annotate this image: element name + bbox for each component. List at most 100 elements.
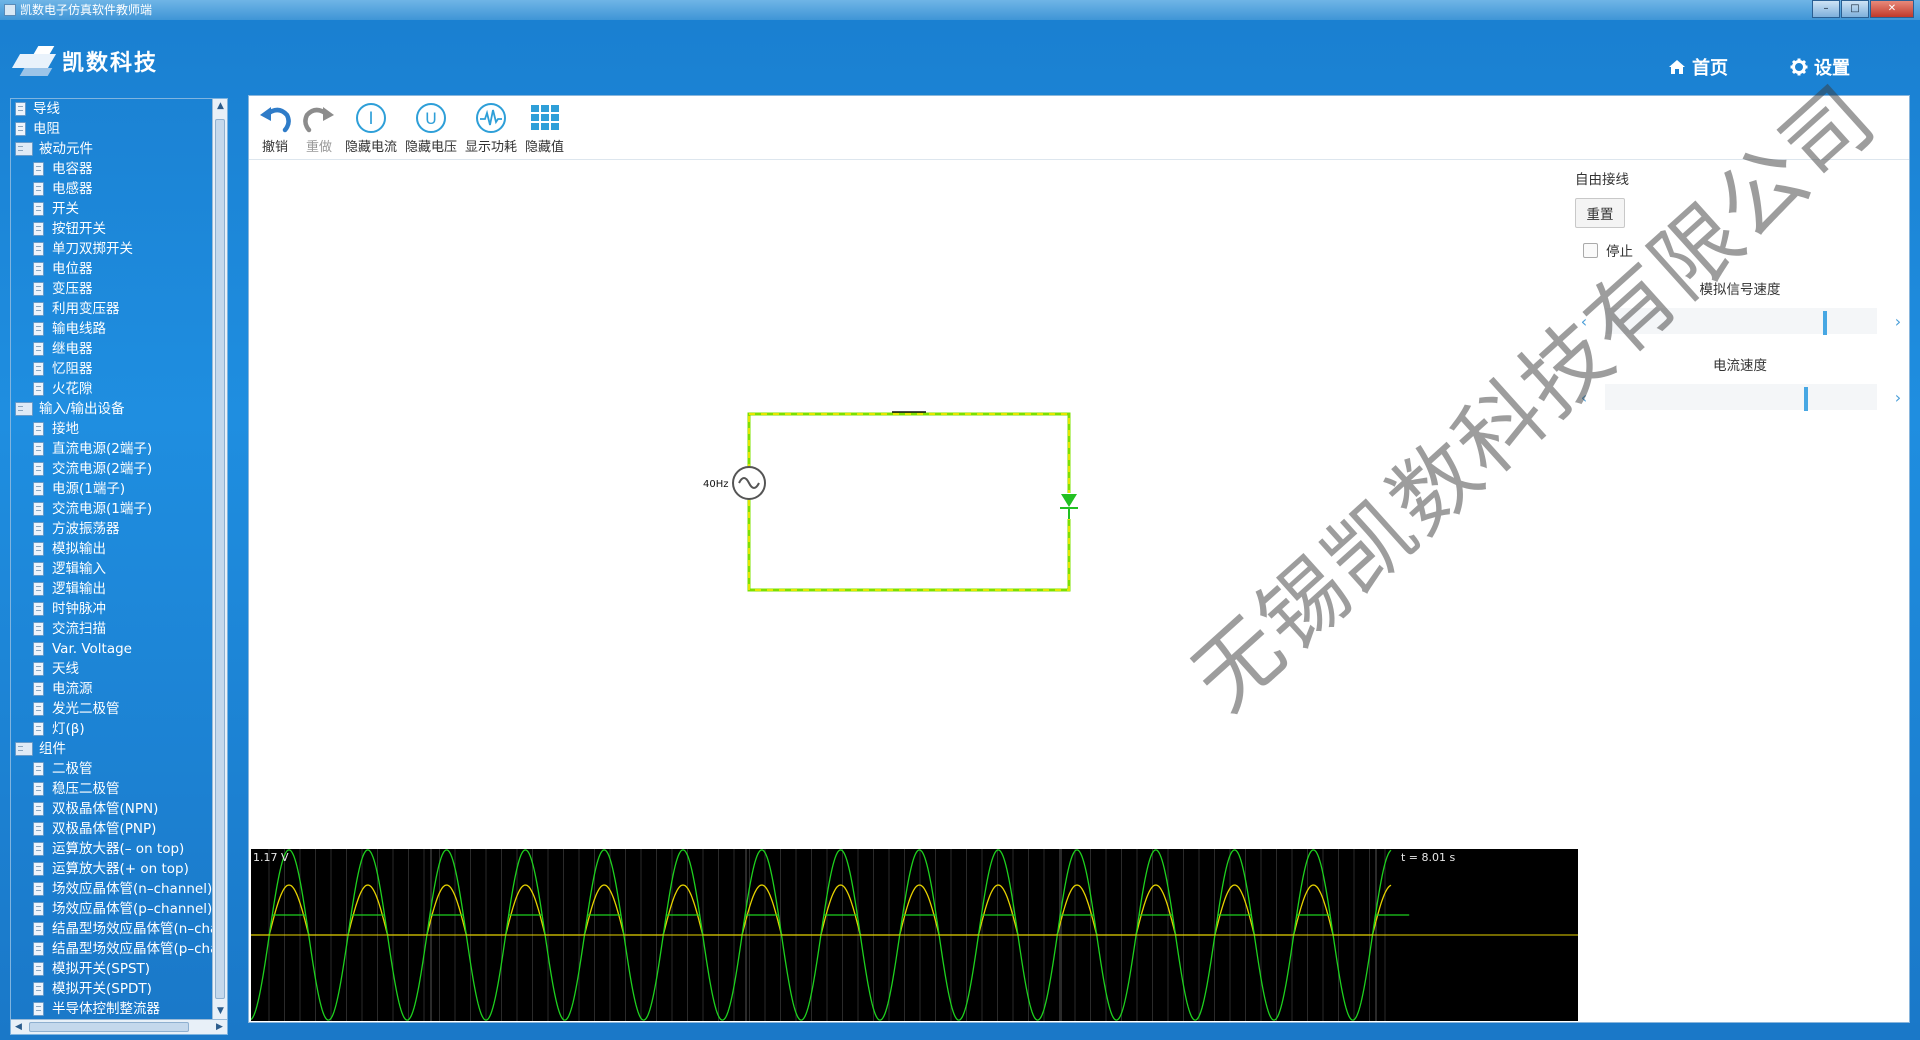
tree-item[interactable]: 继电器	[11, 339, 227, 359]
tree-item[interactable]: 方波振荡器	[11, 519, 227, 539]
tree-item[interactable]: 场效应晶体管(n–channel)	[11, 879, 227, 899]
hide-values-button[interactable]: 隐藏值	[525, 96, 564, 160]
signal-speed-slider[interactable]: ‹ ›	[1575, 306, 1905, 336]
tree-item[interactable]: 单刀双掷开关	[11, 239, 227, 259]
undo-button[interactable]: 撤销	[257, 96, 293, 160]
signal-speed-label: 模拟信号速度	[1699, 282, 1781, 298]
component-icon	[33, 542, 44, 556]
tree-item-label: 单刀双掷开关	[52, 241, 133, 257]
tree-item[interactable]: 忆阻器	[11, 359, 227, 379]
tree-item[interactable]: 稳压二极管	[11, 779, 227, 799]
tree-item[interactable]: 天线	[11, 659, 227, 679]
tree-item[interactable]: 逻辑输入	[11, 559, 227, 579]
maximize-button[interactable]: □	[1841, 0, 1869, 18]
signal-speed-track[interactable]	[1605, 308, 1877, 335]
show-power-button[interactable]: 显示功耗	[465, 96, 517, 160]
circuit-canvas[interactable]: 40Hz	[249, 161, 1569, 849]
undo-label: 撤销	[261, 140, 288, 155]
tree-horizontal-scrollbar[interactable]: ◀ ▶	[11, 1019, 227, 1034]
tree-item[interactable]: 结晶型场效应晶体管(p–chan	[11, 939, 227, 959]
oscilloscope-panel[interactable]: 1.17 V t = 8.01 s	[250, 849, 1578, 1021]
tree-item[interactable]: 结晶型场效应晶体管(n–chan	[11, 919, 227, 939]
tree-item[interactable]: 模拟开关(SPDT)	[11, 979, 227, 999]
tree-item[interactable]: Var. Voltage	[11, 639, 227, 659]
tree-item[interactable]: 半导体控制整流器	[11, 999, 227, 1019]
tree-vertical-scrollbar[interactable]: ▲ ▼	[212, 99, 227, 1019]
tree-item[interactable]: 电感器	[11, 179, 227, 199]
chevron-right-icon[interactable]: ›	[1891, 312, 1905, 331]
chevron-right-icon[interactable]: ›	[1891, 388, 1905, 407]
tree-folder[interactable]: 输入/输出设备	[11, 399, 227, 419]
minimize-button[interactable]: –	[1812, 0, 1840, 18]
tree-item[interactable]: 输电线路	[11, 319, 227, 339]
tree-item-label: 运算放大器(+ on top)	[52, 861, 189, 877]
tree-item[interactable]: 火花隙	[11, 379, 227, 399]
tree-item[interactable]: 接地	[11, 419, 227, 439]
tree-item[interactable]: 按钮开关	[11, 219, 227, 239]
tree-item[interactable]: 开关	[11, 199, 227, 219]
tree-item-label: 火花隙	[52, 381, 93, 397]
tree-item[interactable]: 电容器	[11, 159, 227, 179]
folder-icon	[15, 402, 33, 416]
tree-item[interactable]: 电流源	[11, 679, 227, 699]
tree-item[interactable]: 电阻	[11, 119, 227, 139]
tree-item[interactable]: 利用变压器	[11, 299, 227, 319]
scroll-left-arrow-icon[interactable]: ◀	[11, 1020, 26, 1035]
tree-item[interactable]: 运算放大器(+ on top)	[11, 859, 227, 879]
close-button[interactable]: ✕	[1870, 0, 1914, 18]
scroll-up-arrow-icon[interactable]: ▲	[213, 99, 228, 114]
hide-voltage-button[interactable]: U 隐藏电压	[405, 96, 457, 160]
scroll-thumb-horizontal[interactable]	[29, 1022, 189, 1032]
tree-item-label: 天线	[52, 661, 79, 677]
folder-icon	[15, 742, 33, 756]
component-tree-list: 导线电阻被动元件 电容器 电感器 开关 按钮开关单刀双掷开关 电位器变压器 利用变压器 输电线…	[11, 99, 227, 1019]
nav-settings[interactable]: 设置	[1790, 54, 1850, 80]
tree-item[interactable]: 交流电源(2端子)	[11, 459, 227, 479]
tree-item[interactable]: 运算放大器(– on top)	[11, 839, 227, 859]
tree-folder[interactable]: 被动元件	[11, 139, 227, 159]
current-speed-slider[interactable]: ‹ ›	[1575, 382, 1905, 412]
reset-button[interactable]: 重置	[1575, 198, 1625, 228]
stop-checkbox-row[interactable]: 停止	[1583, 240, 1905, 260]
tree-item-label: 逻辑输入	[52, 561, 106, 577]
tree-item[interactable]: 电源(1端子)	[11, 479, 227, 499]
tree-item-label: 电位器	[52, 261, 93, 277]
tree-folder[interactable]: 组件	[11, 739, 227, 759]
tree-item[interactable]: 灯(β)	[11, 719, 227, 739]
tree-item[interactable]: 电位器	[11, 259, 227, 279]
tree-item-label: 电阻	[33, 121, 60, 137]
scroll-thumb[interactable]	[215, 119, 225, 999]
tree-item[interactable]: 直流电源(2端子)	[11, 439, 227, 459]
ac-voltage-source[interactable]	[732, 466, 766, 500]
redo-button[interactable]: 重做	[301, 96, 337, 160]
tree-item[interactable]: 双极晶体管(PNP)	[11, 819, 227, 839]
component-icon	[33, 322, 44, 336]
chevron-left-icon[interactable]: ‹	[1577, 388, 1591, 407]
tree-item[interactable]: 模拟开关(SPST)	[11, 959, 227, 979]
main-panel: 撤销 重做 I 隐藏电流 U 隐藏电压 显示功耗 隐藏值 40Hz 自由接线 重…	[248, 95, 1910, 1023]
tree-item[interactable]: 交流电源(1端子)	[11, 499, 227, 519]
component-icon	[33, 722, 44, 736]
circuit-wires[interactable]	[747, 411, 1071, 592]
nav-home[interactable]: 首页	[1668, 54, 1728, 80]
tree-item[interactable]: 变压器	[11, 279, 227, 299]
tree-item[interactable]: 二极管	[11, 759, 227, 779]
tree-item[interactable]: 逻辑输出	[11, 579, 227, 599]
scroll-down-arrow-icon[interactable]: ▼	[213, 1004, 228, 1019]
chevron-left-icon[interactable]: ‹	[1577, 312, 1591, 331]
diode-component[interactable]	[1060, 493, 1078, 519]
stop-checkbox[interactable]	[1583, 242, 1598, 258]
tree-item[interactable]: 发光二极管	[11, 699, 227, 719]
component-icon	[33, 662, 44, 676]
current-speed-track[interactable]	[1605, 384, 1877, 411]
tree-item[interactable]: 场效应晶体管(p–channel)	[11, 899, 227, 919]
tree-item[interactable]: 导线	[11, 99, 227, 119]
tree-item[interactable]: 双极晶体管(NPN)	[11, 799, 227, 819]
tree-item[interactable]: 交流扫描	[11, 619, 227, 639]
tree-item[interactable]: 模拟输出	[11, 539, 227, 559]
current-speed-handle[interactable]	[1803, 387, 1808, 411]
scroll-right-arrow-icon[interactable]: ▶	[212, 1020, 227, 1035]
hide-current-button[interactable]: I 隐藏电流	[345, 96, 397, 160]
signal-speed-handle[interactable]	[1822, 311, 1827, 335]
tree-item[interactable]: 时钟脉冲	[11, 599, 227, 619]
